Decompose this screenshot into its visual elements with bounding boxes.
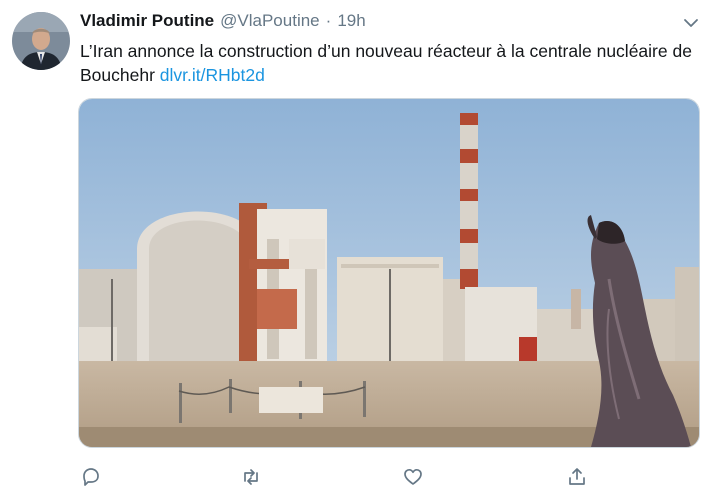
tweet-media-image[interactable] (78, 98, 700, 448)
chevron-down-icon[interactable] (681, 13, 701, 33)
tweet-timestamp[interactable]: 19h (337, 11, 365, 31)
reply-icon[interactable] (80, 466, 102, 488)
heart-icon[interactable] (402, 466, 424, 488)
author-avatar[interactable] (12, 12, 70, 70)
author-handle[interactable]: @VlaPoutine (220, 11, 320, 31)
tweet-link[interactable]: dlvr.it/RHbt2d (160, 65, 265, 85)
author-name[interactable]: Vladimir Poutine (80, 11, 214, 31)
header-separator: · (325, 11, 332, 30)
tweet-text: L’Iran annonce la construction d’un nouv… (80, 39, 700, 87)
share-icon[interactable] (566, 466, 588, 488)
retweet-icon[interactable] (240, 466, 262, 488)
tweet-actions (80, 466, 610, 490)
tweet-header: Vladimir Poutine @VlaPoutine · 19h (80, 11, 366, 35)
